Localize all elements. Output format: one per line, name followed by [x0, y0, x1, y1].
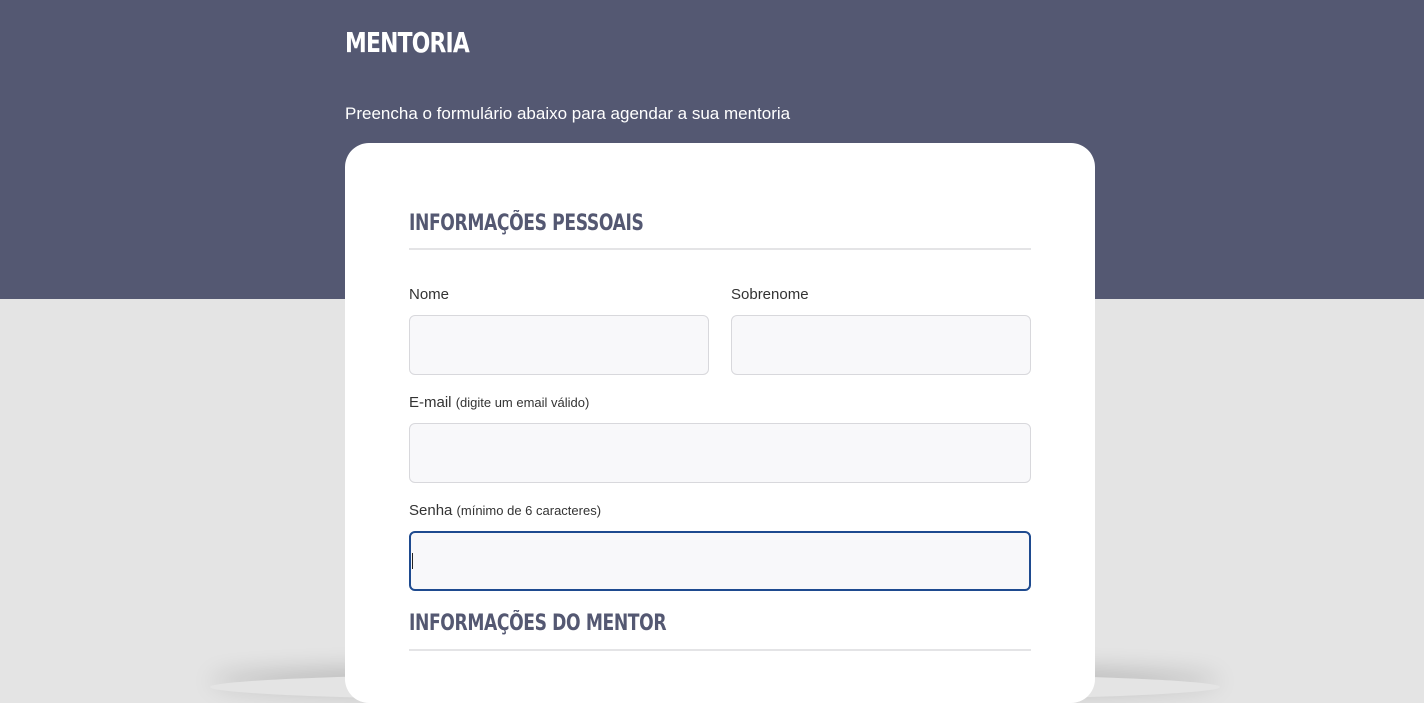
password-hint: (mínimo de 6 caracteres)	[456, 503, 602, 518]
email-hint: (digite um email válido)	[455, 395, 590, 410]
password-label-group: Senha (mínimo de 6 caracteres)	[409, 502, 601, 520]
page-subtitle: Preencha o formulário abaixo para agenda…	[345, 104, 791, 123]
first-name-field[interactable]	[409, 315, 709, 375]
signup-form-card: INFORMAÇÕES PESSOAIS Nome Sobrenome E-ma…	[345, 143, 1095, 703]
email-field[interactable]	[409, 423, 1031, 483]
first-name-label: Nome	[409, 286, 450, 303]
last-name-field[interactable]	[731, 315, 1031, 375]
brand-logo: MENTORIA	[345, 26, 470, 59]
text-cursor	[412, 553, 413, 569]
mentor-info-heading: INFORMAÇÕES DO MENTOR	[409, 611, 667, 636]
personal-info-heading: INFORMAÇÕES PESSOAIS	[409, 211, 644, 236]
email-label-group: E-mail (digite um email válido)	[409, 394, 589, 412]
mentor-info-divider	[409, 649, 1031, 651]
personal-info-divider	[409, 248, 1031, 250]
password-label: Senha	[409, 502, 453, 519]
last-name-label: Sobrenome	[731, 286, 809, 303]
password-field[interactable]	[409, 531, 1031, 591]
email-label: E-mail	[409, 394, 452, 411]
